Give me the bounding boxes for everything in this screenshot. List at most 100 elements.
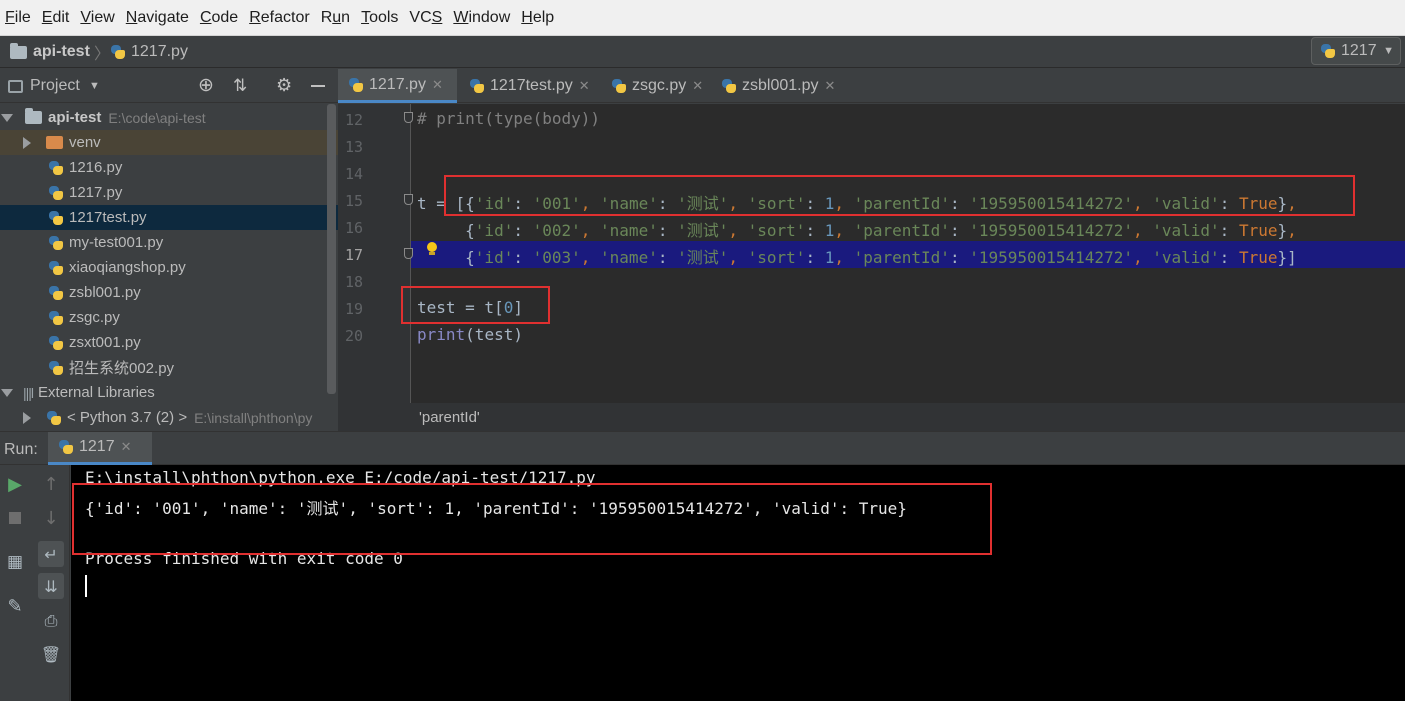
- python-file-icon: [469, 78, 485, 94]
- python-file-icon: [48, 210, 64, 226]
- close-icon[interactable]: ✕: [692, 78, 703, 94]
- fold-marker-icon[interactable]: [404, 248, 413, 259]
- hide-panel-icon[interactable]: [311, 85, 325, 87]
- breadcrumb-project-label: api-test: [33, 43, 90, 60]
- chevron-down-icon[interactable]: ▼: [89, 80, 100, 92]
- menu-help[interactable]: Help: [518, 9, 561, 27]
- tab-run-1217[interactable]: 1217 ✕: [48, 432, 152, 465]
- close-icon[interactable]: ✕: [579, 78, 590, 94]
- code-token: '测试': [677, 221, 729, 240]
- soft-wrap-icon[interactable]: ↵: [38, 541, 64, 567]
- breadcrumb-label[interactable]: 'parentId': [419, 409, 480, 426]
- rerun-icon[interactable]: ▶: [4, 473, 26, 495]
- close-icon[interactable]: ✕: [825, 78, 836, 94]
- expand-arrow-icon[interactable]: [23, 136, 31, 149]
- menu-edit[interactable]: Edit: [39, 9, 77, 27]
- tree-item-external-libraries[interactable]: |||l External Libraries: [0, 380, 338, 405]
- breadcrumb-separator: 〉: [94, 46, 111, 63]
- menu-file[interactable]: File: [2, 9, 38, 27]
- tree-item-file-selected[interactable]: 1217test.py: [0, 205, 338, 230]
- tree-item-label: zsbl001.py: [69, 284, 141, 301]
- collapse-all-icon[interactable]: ⇅: [233, 76, 247, 96]
- tree-item-file[interactable]: 1217.py: [0, 180, 338, 205]
- tab-label: zsbl001.py: [742, 77, 819, 94]
- menu-window[interactable]: Window: [450, 9, 517, 27]
- python-file-icon: [48, 335, 64, 351]
- tree-item-label: xiaoqiangshop.py: [69, 259, 186, 276]
- tree-item-label: External Libraries: [38, 384, 155, 401]
- project-tree-scrollbar[interactable]: [327, 104, 336, 394]
- editor-tab-bar: 1217.py ✕ 1217test.py ✕ zsgc.py ✕ zsbl00…: [338, 69, 1405, 103]
- python-file-icon: [611, 78, 627, 94]
- line-number: 13: [344, 138, 363, 156]
- expand-arrow-icon[interactable]: [1, 113, 13, 122]
- code-token: 'name': [600, 221, 658, 240]
- code-line-16: {'id': '002', 'name': '测试', 'sort': 1, '…: [417, 221, 1297, 240]
- tree-item-python-sdk[interactable]: < Python 3.7 (2) > E:\install\phthon\py: [0, 405, 338, 430]
- tree-item-venv[interactable]: venv: [0, 130, 338, 155]
- tab-zsgc-py[interactable]: zsgc.py ✕: [601, 69, 709, 103]
- menu-code[interactable]: Code: [197, 9, 245, 27]
- python-file-icon: [721, 78, 737, 94]
- tab-1217-py[interactable]: 1217.py ✕: [338, 69, 457, 103]
- tree-item-file[interactable]: xiaoqiangshop.py: [0, 255, 338, 280]
- run-toolbar: ▶ ▦ ✎: [0, 465, 34, 701]
- tree-item-file[interactable]: zsgc.py: [0, 305, 338, 330]
- arrow-down-icon[interactable]: ↓: [40, 507, 62, 529]
- gear-icon[interactable]: ⚙: [276, 75, 292, 96]
- locate-file-icon[interactable]: ⊕: [198, 74, 214, 97]
- python-icon: [1320, 43, 1336, 59]
- breadcrumb-file[interactable]: 1217.py: [110, 36, 188, 68]
- menu-run[interactable]: Run: [318, 9, 357, 27]
- code-token: 'id': [474, 221, 514, 240]
- close-icon[interactable]: ✕: [121, 439, 132, 455]
- expand-arrow-icon[interactable]: [23, 411, 31, 424]
- breadcrumb-project[interactable]: api-test: [10, 36, 90, 68]
- restore-layout-icon[interactable]: ▦: [4, 551, 26, 573]
- print-icon[interactable]: ⎙: [40, 610, 62, 632]
- run-console[interactable]: E:\install\phthon\python.exe E:/code/api…: [71, 465, 1405, 701]
- tree-item-file[interactable]: my-test001.py: [0, 230, 338, 255]
- stop-icon[interactable]: [4, 507, 26, 529]
- trash-icon[interactable]: 🗑: [40, 643, 62, 665]
- code-editor[interactable]: 12 13 14 15 16 17 18 19 20 # print(type(…: [338, 104, 1405, 403]
- menu-bar: File Edit View Navigate Code Refactor Ru…: [0, 0, 1405, 36]
- tree-item-file[interactable]: zsbl001.py: [0, 280, 338, 305]
- menu-view[interactable]: View: [77, 9, 121, 27]
- tree-item-file[interactable]: 1216.py: [0, 155, 338, 180]
- tree-item-file[interactable]: zsxt001.py: [0, 330, 338, 355]
- code-token: 1: [824, 221, 835, 240]
- fold-marker-icon[interactable]: [404, 112, 413, 123]
- tree-item-label: < Python 3.7 (2) >: [67, 409, 188, 426]
- chevron-down-icon: ▼: [1383, 45, 1394, 57]
- tab-zsbl001-py[interactable]: zsbl001.py ✕: [711, 69, 851, 103]
- project-tree: api-test E:\code\api-test venv 1216.py 1…: [0, 104, 338, 430]
- folder-icon: [10, 42, 27, 59]
- menu-refactor[interactable]: Refactor: [246, 9, 316, 27]
- expand-arrow-icon[interactable]: [1, 388, 13, 397]
- python-file-icon: [48, 185, 64, 201]
- menu-navigate[interactable]: Navigate: [123, 9, 196, 27]
- tab-1217test-py[interactable]: 1217test.py ✕: [459, 69, 599, 103]
- tree-item-file[interactable]: 招生系统002.py: [0, 355, 338, 380]
- menu-vcs[interactable]: VCS: [406, 9, 449, 27]
- fold-marker-icon[interactable]: [404, 194, 413, 205]
- console-caret: [85, 575, 87, 597]
- annotation-box: [72, 483, 992, 555]
- code-line-20: print(test): [417, 325, 523, 344]
- python-file-icon: [48, 285, 64, 301]
- pin-icon[interactable]: ✎: [4, 595, 26, 617]
- code-token: 'name': [600, 248, 658, 267]
- code-token: '195950015414272': [969, 248, 1133, 267]
- arrow-up-icon[interactable]: ↑: [40, 473, 62, 495]
- python-file-icon: [48, 360, 64, 376]
- code-token: 'parentId': [853, 248, 950, 267]
- run-configuration-select[interactable]: 1217 ▼: [1311, 37, 1401, 65]
- close-icon[interactable]: ✕: [432, 77, 443, 93]
- code-token: 'sort': [747, 221, 806, 240]
- code-token: 'parentId': [853, 221, 950, 240]
- menu-tools[interactable]: Tools: [358, 9, 405, 27]
- project-panel-title[interactable]: Project: [30, 77, 80, 95]
- tree-item-api-test[interactable]: api-test E:\code\api-test: [0, 105, 338, 130]
- scroll-to-end-icon[interactable]: ⇊: [38, 573, 64, 599]
